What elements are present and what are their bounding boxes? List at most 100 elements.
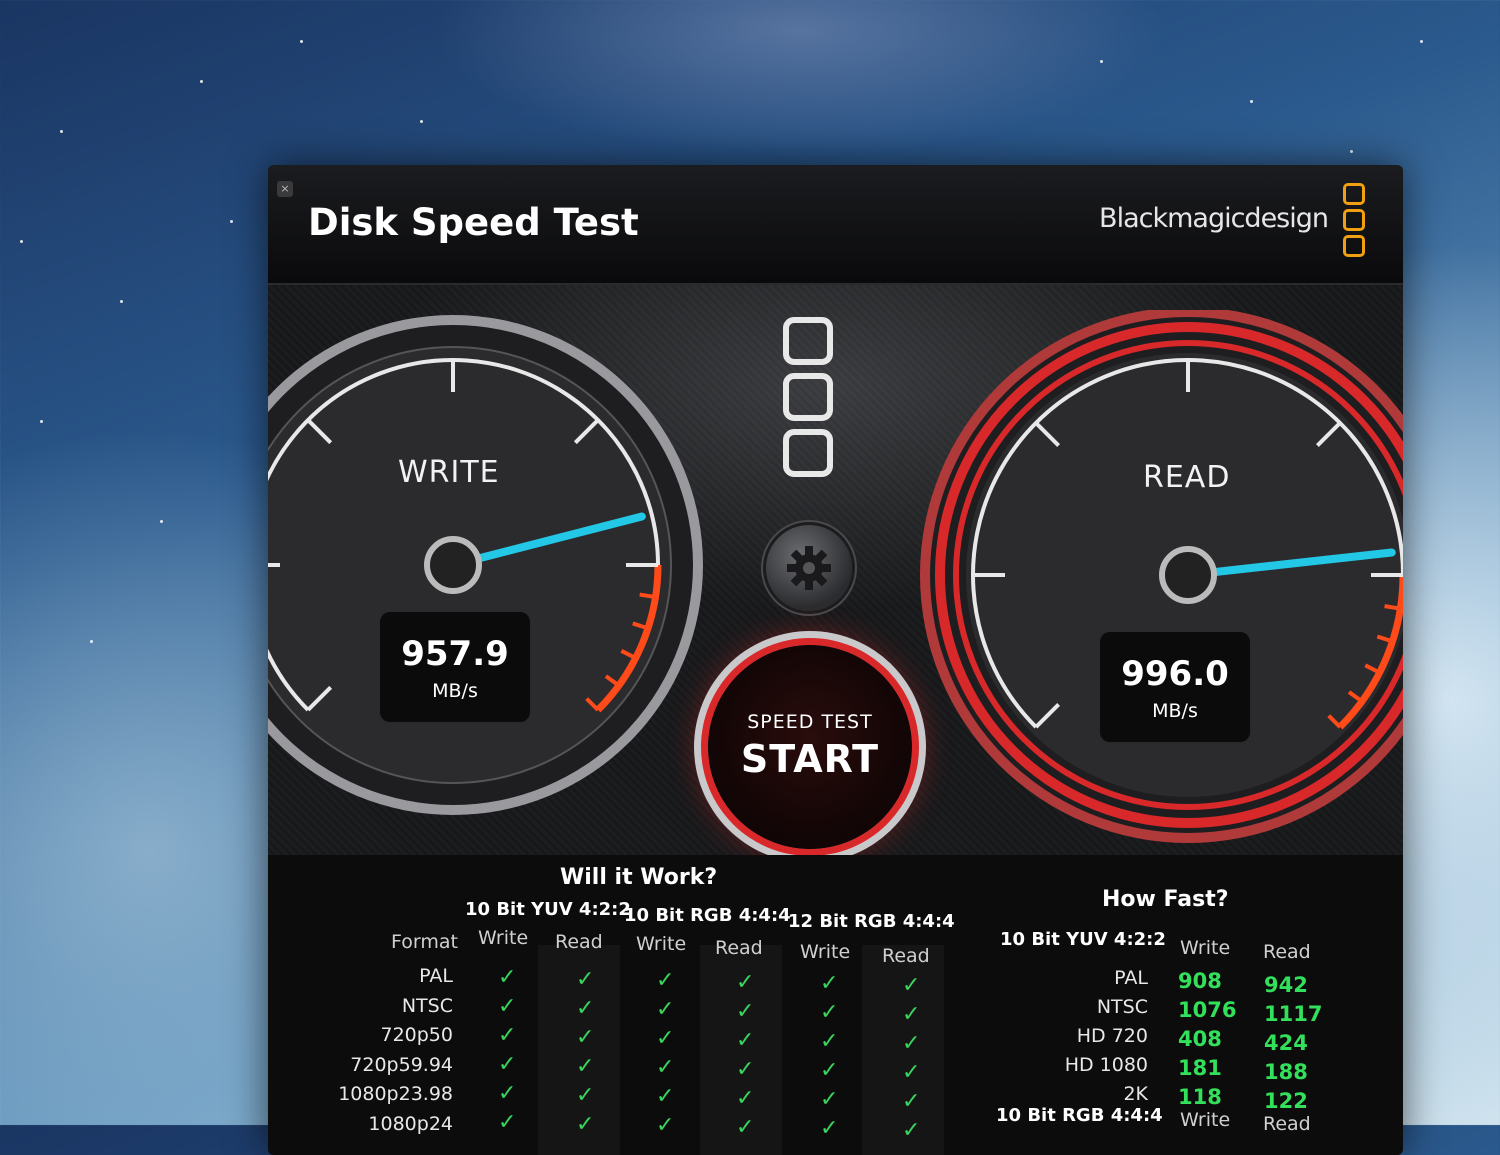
- how-fast-read-value: 122: [1264, 1089, 1308, 1113]
- check-icon: ✓: [736, 969, 755, 995]
- app-title: Disk Speed Test: [308, 201, 639, 244]
- group-header: 10 Bit YUV 4:2:2: [465, 899, 631, 920]
- format-row-label: 720p50: [380, 1024, 453, 1046]
- gear-icon: [787, 546, 831, 590]
- read-gauge: READ 996.0 MB/s: [908, 310, 1403, 870]
- brand-name: Blackmagicdesign: [1099, 203, 1329, 234]
- star: [1350, 150, 1353, 153]
- check-icon: ✓: [820, 1058, 839, 1083]
- how-fast-col-read: Read: [1263, 941, 1311, 963]
- title-bar: × Disk Speed Test Blackmagicdesign: [268, 165, 1403, 285]
- check-icon: ✓: [656, 1084, 675, 1109]
- check-icon: ✓: [498, 1052, 517, 1077]
- how-fast-format: 2K: [1123, 1083, 1148, 1105]
- check-icon: ✓: [902, 1088, 921, 1114]
- read-label: READ: [1143, 460, 1231, 495]
- check-icon: ✓: [736, 1114, 755, 1140]
- check-icon: ✓: [656, 968, 675, 993]
- format-row-label: 720p59.94: [350, 1053, 453, 1076]
- check-icon: ✓: [820, 971, 839, 996]
- check-icon: ✓: [902, 1030, 921, 1056]
- read-unit: MB/s: [1152, 700, 1198, 722]
- format-header: Format: [391, 931, 458, 953]
- group-header: 12 Bit RGB 4:4:4: [788, 911, 955, 932]
- start-button-caption: SPEED TEST: [747, 711, 873, 733]
- star: [420, 120, 423, 123]
- results-panel: Will it Work? Format 10 Bit YUV 4:2:2 10…: [268, 855, 1403, 1155]
- how-fast-next-write: Write: [1180, 1109, 1231, 1131]
- settings-button[interactable]: [766, 525, 852, 611]
- check-icon: ✓: [498, 1110, 517, 1135]
- how-fast-write-value: 908: [1178, 969, 1222, 993]
- star: [230, 220, 233, 223]
- how-fast-group: 10 Bit YUV 4:2:2: [1000, 929, 1166, 950]
- check-icon: ✓: [656, 997, 675, 1022]
- check-icon: ✓: [820, 1029, 839, 1054]
- col-write: Write: [478, 927, 529, 949]
- gauge-redline-tick: [1384, 604, 1401, 611]
- check-icon: ✓: [820, 1116, 839, 1141]
- check-icon: ✓: [736, 998, 755, 1024]
- check-icon: ✓: [820, 1000, 839, 1025]
- star: [20, 240, 23, 243]
- write-value: 957.9: [401, 634, 509, 674]
- how-fast-title: How Fast?: [1102, 887, 1229, 912]
- col-write: Write: [636, 933, 687, 955]
- check-icon: ✓: [736, 1085, 755, 1111]
- speed-test-start-button[interactable]: SPEED TEST START: [708, 645, 912, 849]
- disk-speed-test-window: × Disk Speed Test Blackmagicdesign WRITE…: [268, 165, 1403, 1155]
- how-fast-write-value: 408: [1178, 1027, 1222, 1051]
- start-button-label: START: [740, 737, 880, 781]
- how-fast-format: NTSC: [1096, 996, 1148, 1018]
- how-fast-col-write: Write: [1180, 937, 1231, 959]
- gauge-panel: WRITE 957.9 MB/s SPEED TEST START READ 9…: [268, 285, 1403, 855]
- how-fast-format: HD 720: [1076, 1025, 1148, 1047]
- star: [1420, 40, 1423, 43]
- check-icon: ✓: [656, 1055, 675, 1080]
- check-icon: ✓: [576, 1082, 595, 1108]
- how-fast-read-value: 188: [1264, 1060, 1308, 1084]
- check-icon: ✓: [576, 1024, 595, 1050]
- check-icon: ✓: [902, 972, 921, 998]
- how-fast-read-value: 1117: [1264, 1002, 1323, 1026]
- format-row-label: NTSC: [401, 994, 453, 1017]
- how-fast-next-group: 10 Bit RGB 4:4:4: [996, 1105, 1163, 1126]
- star: [160, 520, 163, 523]
- write-gauge: WRITE 957.9 MB/s: [268, 310, 708, 820]
- check-icon: ✓: [656, 1026, 675, 1051]
- format-row-label: 1080p24: [368, 1112, 453, 1135]
- star: [90, 640, 93, 643]
- star: [1100, 60, 1103, 63]
- how-fast-write-value: 1076: [1178, 998, 1237, 1022]
- col-read: Read: [715, 937, 763, 959]
- check-icon: ✓: [576, 966, 595, 992]
- check-icon: ✓: [576, 1111, 595, 1137]
- group-header: 10 Bit RGB 4:4:4: [624, 905, 791, 926]
- blackmagic-logo-icon: [1343, 183, 1365, 259]
- check-icon: ✓: [498, 994, 517, 1019]
- read-readout: 996.0 MB/s: [1098, 630, 1252, 744]
- star: [1250, 100, 1253, 103]
- gauge-redline-tick: [639, 592, 656, 600]
- check-icon: ✓: [498, 1081, 517, 1106]
- col-write: Write: [800, 941, 851, 963]
- check-icon: ✓: [576, 995, 595, 1021]
- check-icon: ✓: [736, 1027, 755, 1053]
- star: [40, 420, 43, 423]
- check-icon: ✓: [902, 1117, 921, 1143]
- how-fast-read-value: 424: [1264, 1031, 1308, 1055]
- write-unit: MB/s: [432, 680, 478, 702]
- check-icon: ✓: [736, 1056, 755, 1082]
- read-gauge-dial: [920, 310, 1403, 843]
- star: [200, 80, 203, 83]
- how-fast-read-value: 942: [1264, 973, 1308, 997]
- close-button[interactable]: ×: [277, 181, 293, 197]
- star: [300, 40, 303, 43]
- col-read: Read: [882, 945, 930, 967]
- will-it-work-title: Will it Work?: [560, 865, 718, 890]
- how-fast-write-value: 118: [1178, 1085, 1222, 1109]
- format-row-label: 1080p23.98: [338, 1083, 453, 1105]
- check-icon: ✓: [498, 1023, 517, 1048]
- how-fast-next-read: Read: [1263, 1113, 1311, 1135]
- write-gauge-dial: [268, 315, 703, 815]
